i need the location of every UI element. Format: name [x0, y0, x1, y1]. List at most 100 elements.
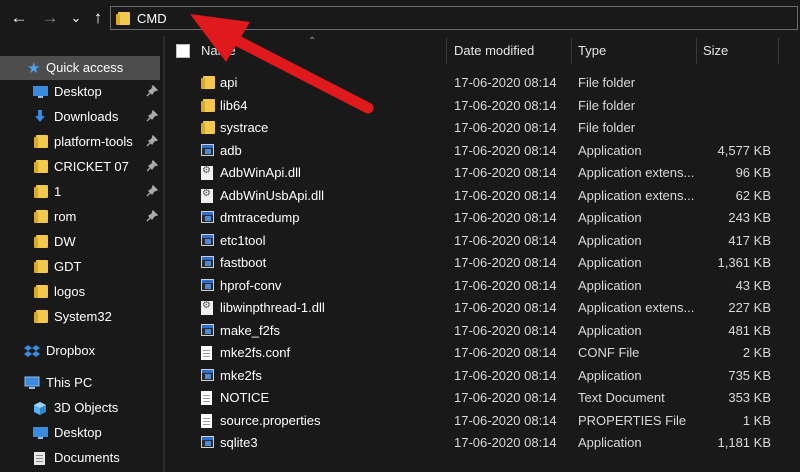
sidebar-item-label: DW: [54, 234, 76, 249]
column-divider[interactable]: [571, 38, 572, 64]
star-icon: ★: [27, 60, 41, 77]
file-row[interactable]: fastboot 17-06-2020 08:14 Application 1,361…: [165, 252, 800, 274]
pin-icon[interactable]: [146, 109, 159, 122]
file-row[interactable]: etc1tool 17-06-2020 08:14 Application 417 K…: [165, 230, 800, 252]
file-name: hprof-conv: [220, 277, 282, 293]
dll-file-icon: [201, 188, 215, 203]
folder-icon: [34, 260, 50, 274]
file-row[interactable]: hprof-conv 17-06-2020 08:14 Application 43 …: [165, 275, 800, 297]
file-name: adb: [220, 142, 242, 158]
file-type: Application: [578, 210, 642, 225]
file-type: Application extens...: [578, 300, 695, 315]
file-size: 96 KB: [735, 165, 771, 180]
pin-icon[interactable]: [146, 159, 159, 172]
file-row[interactable]: sqlite3 17-06-2020 08:14 Application 1,181 …: [165, 432, 800, 454]
file-type: Application: [578, 435, 642, 450]
file-row[interactable]: make_f2fs 17-06-2020 08:14 Application 481 …: [165, 320, 800, 342]
pin-icon[interactable]: [146, 84, 159, 97]
file-row[interactable]: NOTICE 17-06-2020 08:14 Text Document 353 K…: [165, 387, 800, 409]
file-row[interactable]: dmtracedump 17-06-2020 08:14 Application 24…: [165, 207, 800, 229]
sidebar-item-desktop-pc[interactable]: Desktop: [0, 421, 160, 445]
cube-icon: [33, 401, 47, 415]
column-date-modified[interactable]: Date modified: [454, 43, 534, 58]
file-row[interactable]: AdbWinUsbApi.dll 17-06-2020 08:14 Applicat…: [165, 185, 800, 207]
sidebar-item-documents[interactable]: Documents: [0, 446, 160, 470]
file-row[interactable]: AdbWinApi.dll 17-06-2020 08:14 Application…: [165, 162, 800, 184]
column-divider[interactable]: [446, 38, 447, 64]
application-icon: [201, 233, 215, 248]
sidebar-item-label: Quick access: [46, 60, 124, 75]
file-name: fastboot: [220, 255, 267, 270]
folder-icon: [34, 210, 50, 224]
sidebar-item-desktop[interactable]: Desktop: [0, 80, 160, 104]
sidebar-item-dw[interactable]: DW: [0, 230, 160, 254]
pc-icon: [24, 376, 40, 390]
sidebar-item-this-pc[interactable]: This PC: [0, 371, 160, 395]
desktop-icon: [33, 85, 48, 99]
sidebar-item-dropbox[interactable]: Dropbox: [0, 339, 160, 363]
file-date-modified: 17-06-2020 08:14: [454, 232, 557, 248]
file-size: 735 KB: [728, 367, 771, 383]
forward-arrow-icon[interactable]: →: [40, 8, 60, 28]
pin-icon[interactable]: [146, 184, 159, 197]
sidebar-item-label: System32: [54, 309, 112, 324]
file-row[interactable]: lib64 17-06-2020 08:14 File folder: [165, 95, 800, 117]
address-bar[interactable]: CMD: [110, 6, 798, 30]
sidebar-item-1[interactable]: 1: [0, 180, 160, 204]
column-type[interactable]: Type: [578, 43, 606, 58]
sidebar-item-downloads[interactable]: Downloads: [0, 105, 160, 129]
sidebar-item-label: rom: [54, 209, 77, 224]
sidebar-item-cricket-07[interactable]: CRICKET 07: [0, 155, 160, 179]
sidebar-item-logos[interactable]: logos: [0, 280, 160, 304]
sidebar-item-3d-objects[interactable]: 3D Objects: [0, 396, 160, 420]
sidebar-item-label: CRICKET 07: [54, 159, 129, 174]
file-name: api: [220, 75, 238, 90]
application-icon: [201, 436, 215, 450]
file-size: 227 KB: [728, 300, 771, 315]
address-path[interactable]: CMD: [137, 11, 167, 26]
file-size: 481 KB: [728, 322, 771, 338]
back-arrow-icon[interactable]: ←: [9, 8, 29, 28]
file-type: CONF File: [578, 345, 640, 360]
pin-icon[interactable]: [146, 134, 159, 147]
file-size: 1 KB: [742, 412, 771, 428]
document-icon: [201, 346, 215, 360]
file-type: Application: [578, 367, 642, 383]
file-name: source.properties: [220, 412, 321, 428]
recent-locations-chevron-icon[interactable]: ⌄: [66, 8, 86, 28]
pin-icon[interactable]: [146, 209, 159, 222]
file-row[interactable]: systrace 17-06-2020 08:14 File folder: [165, 117, 800, 139]
column-size[interactable]: Size: [703, 43, 728, 58]
file-date-modified: 17-06-2020 08:14: [454, 120, 557, 135]
file-type: Application: [578, 255, 642, 270]
file-size: 4,577 KB: [717, 142, 772, 158]
file-type: Application: [578, 142, 642, 158]
file-row[interactable]: mke2fs.conf 17-06-2020 08:14 CONF File 2 KB: [165, 342, 800, 364]
file-date-modified: 17-06-2020 08:14: [454, 345, 557, 360]
sidebar-item-gdt[interactable]: GDT: [0, 255, 160, 279]
select-all-checkbox[interactable]: [176, 44, 190, 58]
up-arrow-icon[interactable]: ↑: [88, 8, 108, 28]
folder-icon: [201, 121, 217, 135]
file-date-modified: 17-06-2020 08:14: [454, 97, 557, 113]
file-name: mke2fs: [220, 367, 262, 383]
dll-file-icon: [201, 165, 215, 180]
file-row[interactable]: source.properties 17-06-2020 08:14 PROPERT…: [165, 410, 800, 432]
column-divider[interactable]: [696, 38, 697, 64]
file-row[interactable]: libwinpthread-1.dll 17-06-2020 08:14 Appli…: [165, 297, 800, 319]
sidebar-item-rom[interactable]: rom: [0, 205, 160, 229]
sidebar-item-quick-access[interactable]: ★ Quick access: [0, 56, 160, 80]
file-row[interactable]: api 17-06-2020 08:14 File folder: [165, 72, 800, 94]
file-row[interactable]: mke2fs 17-06-2020 08:14 Application 735 KB: [165, 365, 800, 387]
sidebar-item-platform-tools[interactable]: platform-tools: [0, 130, 160, 154]
column-divider[interactable]: [778, 38, 779, 64]
file-row[interactable]: adb 17-06-2020 08:14 Application 4,577 KB: [165, 140, 800, 162]
sidebar-item-system32[interactable]: System32: [0, 305, 160, 329]
file-name: lib64: [220, 97, 248, 113]
column-name[interactable]: Name: [201, 43, 236, 58]
file-name: NOTICE: [220, 390, 270, 405]
file-type: File folder: [578, 75, 636, 90]
sidebar-item-label: logos: [54, 284, 86, 299]
file-date-modified: 17-06-2020 08:14: [454, 367, 557, 383]
file-date-modified: 17-06-2020 08:14: [454, 210, 557, 225]
